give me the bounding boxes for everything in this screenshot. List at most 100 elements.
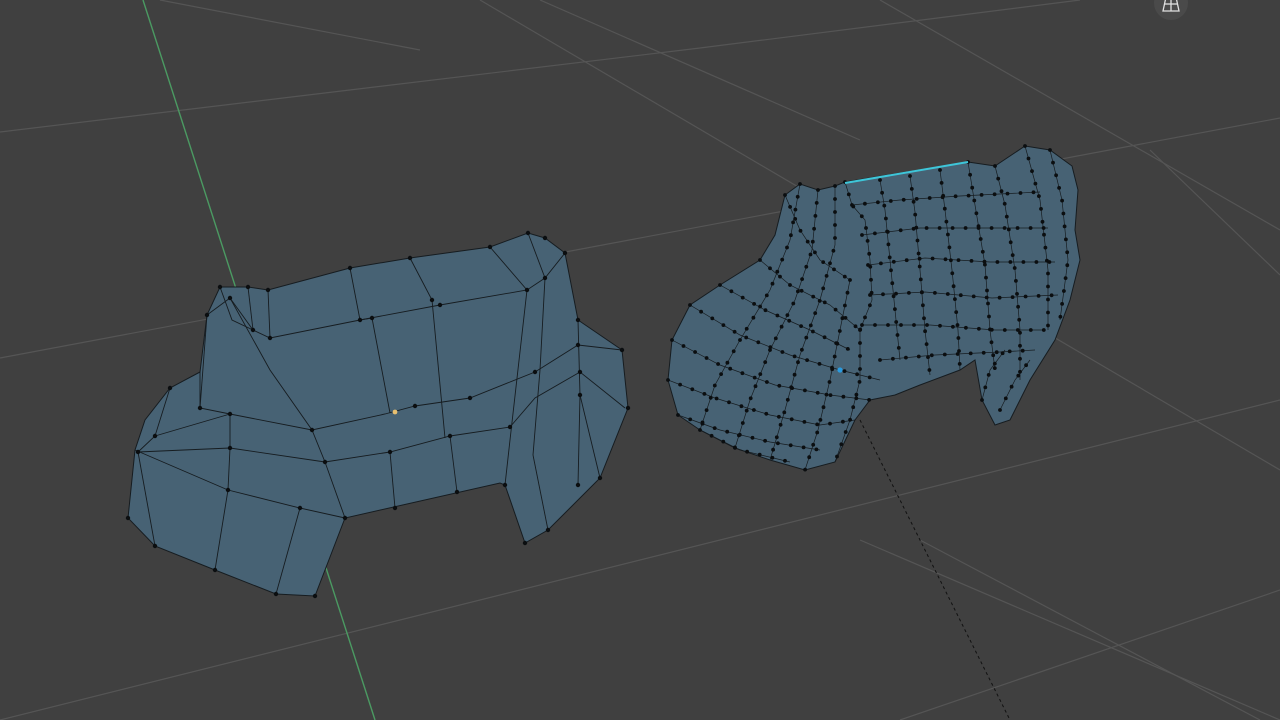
mesh-vertex <box>891 356 895 361</box>
mesh-vertex <box>799 324 803 328</box>
mesh-vertex <box>867 375 872 380</box>
mesh-vertex <box>815 390 820 395</box>
mesh-vertex <box>1010 295 1015 299</box>
low-poly-mesh[interactable] <box>125 230 631 599</box>
mesh-vertex <box>721 323 726 327</box>
mesh-vertex <box>666 378 670 382</box>
mesh-vertex <box>753 384 758 389</box>
mesh-vertex <box>1024 363 1028 368</box>
mesh-vertex <box>768 266 772 271</box>
mesh-vertex <box>899 323 903 327</box>
mesh-vertex <box>1046 284 1050 289</box>
mesh-vertex <box>854 392 859 397</box>
mesh-vertex <box>1028 328 1033 332</box>
mesh-vertex <box>814 447 819 452</box>
mesh-vertex <box>1012 266 1017 270</box>
viewport-canvas[interactable] <box>0 0 1280 720</box>
mesh-vertex <box>916 354 921 359</box>
mesh-vertex <box>780 257 785 262</box>
mesh-vertex <box>813 311 818 315</box>
mesh-vertex <box>1065 263 1070 268</box>
mesh-vertex <box>1042 232 1046 237</box>
mesh-vertex <box>1062 289 1066 293</box>
mesh-vertex <box>757 452 762 457</box>
mesh-vertex <box>968 351 973 356</box>
mesh-vertex <box>848 278 852 282</box>
mesh-vertex <box>942 206 947 211</box>
mesh-vertex <box>1002 201 1007 206</box>
mesh-vertex <box>833 236 837 240</box>
mesh-vertex <box>1047 260 1052 264</box>
mesh-vertex <box>924 342 929 346</box>
mesh-vertex <box>971 294 976 299</box>
mesh-vertex <box>1015 328 1020 332</box>
mesh-vertex <box>688 303 692 307</box>
mesh-vertex <box>1062 224 1067 229</box>
mesh-vertex <box>1009 384 1014 389</box>
mesh-vertex <box>996 176 1001 181</box>
mesh-vertex <box>824 274 829 278</box>
mesh-vertex <box>995 260 1000 264</box>
mesh-vertex <box>982 259 987 264</box>
mesh-vertex <box>947 245 952 250</box>
mesh-vertex <box>951 284 956 289</box>
mesh-vertex <box>970 185 975 190</box>
mesh-vertex <box>828 261 832 266</box>
3d-viewport[interactable] <box>0 0 1280 720</box>
mesh-vertex <box>752 302 756 306</box>
mesh-vertex <box>1034 260 1039 264</box>
mesh-vertex <box>930 256 935 261</box>
mesh-vertex <box>845 347 850 351</box>
mesh-vertex <box>1016 373 1021 378</box>
mesh-vertex <box>893 307 897 311</box>
mesh-vertex <box>832 354 837 359</box>
mesh-vertex <box>859 214 864 219</box>
mesh-vertex <box>855 372 859 377</box>
mesh-vertex <box>763 308 768 313</box>
mesh-vertex <box>788 443 793 448</box>
active-vertex[interactable] <box>392 409 398 415</box>
mesh-vertex <box>944 219 949 224</box>
mesh-vertex <box>799 288 804 293</box>
mesh-vertex <box>745 449 749 454</box>
mesh-vertex <box>740 295 745 300</box>
mesh-vertex <box>917 264 922 269</box>
mesh-vertex <box>991 353 996 358</box>
mesh-vertex <box>698 428 702 432</box>
mesh-vertex <box>1041 328 1046 332</box>
mesh-vertex <box>821 260 826 264</box>
mesh-vertex <box>873 231 877 236</box>
mesh-vertex <box>914 197 919 201</box>
mesh-vertex <box>894 291 898 296</box>
mesh-vertex <box>923 329 927 334</box>
mesh-vertex <box>878 178 882 182</box>
mesh-vertex <box>764 411 769 416</box>
mesh-vertex <box>770 281 775 286</box>
mesh-vertex <box>889 268 893 273</box>
mesh-vertex <box>1058 314 1063 319</box>
mesh-vertex <box>800 277 804 281</box>
mesh-vertex <box>748 396 753 401</box>
mesh-vertex <box>1043 245 1048 250</box>
mesh-vertex <box>768 348 772 352</box>
mesh-vertex <box>750 435 755 440</box>
mesh-vertex <box>813 250 817 255</box>
mesh-vertex <box>733 446 737 450</box>
mesh-vertex <box>858 354 862 358</box>
mesh-vertex <box>732 329 737 334</box>
floor-grid <box>0 0 1280 720</box>
subdivided-mesh[interactable] <box>666 144 1081 472</box>
mesh-vertex <box>869 277 873 282</box>
mesh-vertex <box>840 316 845 321</box>
mesh-vertex <box>1037 194 1041 199</box>
mesh-vertex <box>830 367 835 372</box>
mesh-vertex <box>895 333 900 337</box>
mesh-vertex <box>771 447 775 452</box>
mesh-vertex <box>811 442 816 447</box>
mesh-vertex <box>1065 250 1070 255</box>
mesh-vertex <box>1008 240 1013 245</box>
mesh-vertex <box>858 341 862 345</box>
mesh-vertex <box>851 405 856 410</box>
mesh-vertex <box>785 397 790 402</box>
mesh-vertex <box>1002 226 1007 230</box>
